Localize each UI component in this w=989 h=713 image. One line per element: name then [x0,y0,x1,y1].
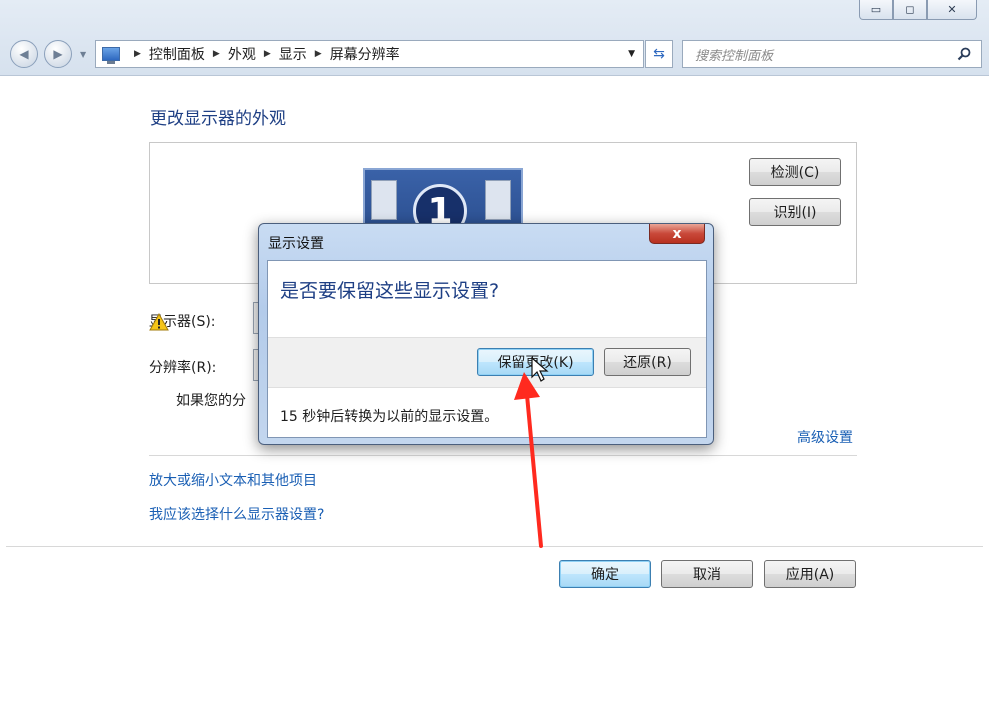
ok-button[interactable]: 确定 [559,560,651,588]
window-chrome: ▭ ◻ ✕ ◀ ▶ ▼ ▶ 控制面板 ▶ 外观 ▶ 显示 ▶ 屏幕分辨率 ▼ ⇆… [0,0,989,76]
arrow-right-icon: ▶ [53,47,63,61]
identify-button[interactable]: 识别(I) [749,198,841,226]
breadcrumb-control-panel[interactable]: 控制面板 [149,44,205,64]
countdown-status: 15 秒钟后转换为以前的显示设置。 [280,409,499,425]
dialog-close-button[interactable]: x [649,224,705,244]
chevron-down-icon[interactable]: ▼ [628,49,635,59]
footer-divider [6,546,983,547]
control-panel-icon [102,47,120,64]
recent-pages-dropdown[interactable]: ▼ [80,50,86,59]
mouse-cursor-icon [531,357,549,382]
close-button[interactable]: ✕ [927,0,977,20]
display-help-link[interactable]: 我应该选择什么显示器设置? [149,504,324,524]
window-thumbnail-icon [371,180,397,220]
chevron-right-icon[interactable]: ▶ [213,49,220,59]
search-icon[interactable] [957,47,971,61]
dialog-question: 是否要保留这些显示设置? [280,280,500,302]
revert-button[interactable]: 还原(R) [604,348,691,376]
display-settings-dialog: 显示设置 x 是否要保留这些显示设置? 保留更改(K) 还原(R) 15 秒钟后… [258,223,714,445]
chevron-right-icon[interactable]: ▶ [315,49,322,59]
dialog-title: 显示设置 [268,236,324,252]
text-size-link[interactable]: 放大或缩小文本和其他项目 [149,470,317,490]
refresh-button[interactable]: ⇆ [645,40,673,68]
close-icon: x [672,225,682,242]
address-bar[interactable]: ▶ 控制面板 ▶ 外观 ▶ 显示 ▶ 屏幕分辨率 ▼ [95,40,644,68]
page-title: 更改显示器的外观 [150,109,286,129]
divider [149,455,857,456]
cancel-button[interactable]: 取消 [661,560,753,588]
resolution-label: 分辨率(R): [149,360,217,376]
back-button[interactable]: ◀ [10,40,38,68]
detect-button[interactable]: 检测(C) [749,158,841,186]
warning-text: 如果您的分 [176,393,246,409]
chevron-right-icon[interactable]: ▶ [264,49,271,59]
breadcrumb-appearance[interactable]: 外观 [228,44,256,64]
forward-button[interactable]: ▶ [44,40,72,68]
window-controls: ▭ ◻ ✕ [859,0,977,20]
search-placeholder: 搜索控制面板 [695,48,774,64]
window-thumbnail-icon [485,180,511,220]
apply-button[interactable]: 应用(A) [764,560,856,588]
chevron-right-icon[interactable]: ▶ [134,49,141,59]
maximize-button[interactable]: ◻ [893,0,927,20]
dialog-body: 是否要保留这些显示设置? 保留更改(K) 还原(R) 15 秒钟后转换为以前的显… [267,260,707,438]
advanced-settings-link[interactable]: 高级设置 [797,427,853,447]
dialog-button-bar: 保留更改(K) 还原(R) [268,337,706,388]
minimize-button[interactable]: ▭ [859,0,893,20]
refresh-icon: ⇆ [653,46,665,62]
breadcrumb-display[interactable]: 显示 [279,44,307,64]
search-input[interactable]: 搜索控制面板 [682,40,982,68]
breadcrumb-screen-resolution[interactable]: 屏幕分辨率 [330,44,400,64]
warning-icon [149,313,169,331]
arrow-left-icon: ◀ [19,47,29,61]
